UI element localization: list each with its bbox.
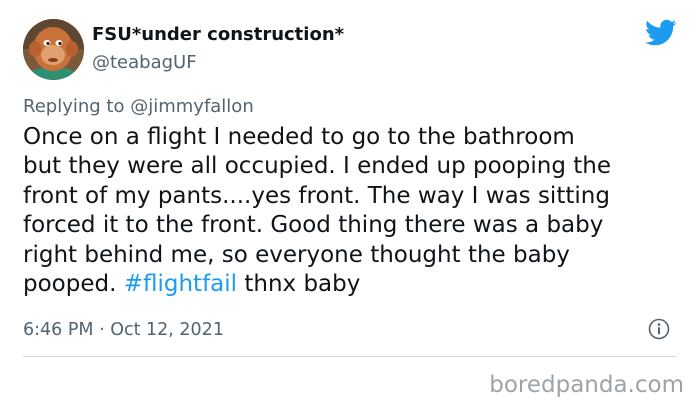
avatar[interactable]	[23, 19, 84, 80]
divider	[23, 356, 677, 357]
tweet-text-line: front of my pants....yes front. The way …	[23, 182, 610, 209]
tweet-text-last-line: pooped. #flightfail thnx baby	[23, 270, 683, 299]
info-icon[interactable]	[648, 318, 670, 340]
tweet-text-line: forced it to the front. Good thing there…	[23, 212, 604, 239]
tweet-text-line: right behind me, so everyone thought the…	[23, 241, 570, 268]
monkey-avatar-image	[23, 19, 84, 80]
tweet-text-line: but they were all occupied. I ended up p…	[23, 153, 611, 180]
tweet-text-segment: thnx baby	[237, 271, 361, 298]
hashtag-link[interactable]: #flightfail	[124, 271, 237, 297]
replying-to: Replying to @jimmyfallon	[23, 96, 254, 117]
tweet-card: FSU*under construction* @teabagUF Replyi…	[0, 0, 700, 410]
twitter-bird-icon[interactable]	[645, 19, 677, 47]
tweet-text-line: Once on a flight I needed to go to the b…	[23, 124, 575, 150]
tweet-text: Once on a flight I needed to go to the b…	[23, 123, 683, 299]
display-name[interactable]: FSU*under construction*	[92, 24, 344, 45]
tweet-text-segment: pooped.	[23, 271, 124, 298]
timestamp[interactable]: 6:46 PM · Oct 12, 2021	[23, 320, 224, 340]
watermark: boredpanda.com	[489, 372, 684, 398]
replying-mention-link[interactable]: @jimmyfallon	[130, 96, 254, 117]
replying-prefix: Replying to	[23, 96, 125, 117]
user-handle[interactable]: @teabagUF	[92, 52, 197, 73]
